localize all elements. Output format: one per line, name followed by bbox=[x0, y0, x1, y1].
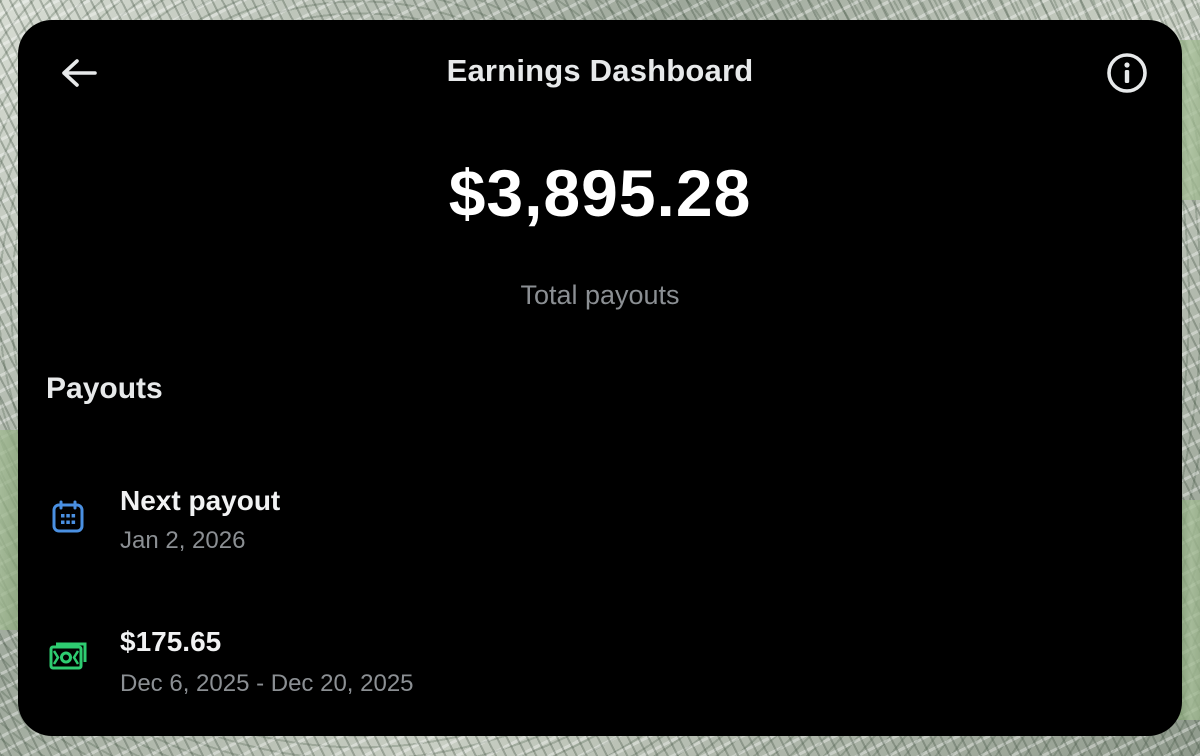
payout-amount: $175.65 bbox=[120, 626, 222, 657]
next-payout-row: Next payout Jan 2, 2026 bbox=[18, 475, 1182, 575]
payout-period: Dec 6, 2025 - Dec 20, 2025 bbox=[120, 670, 414, 697]
info-circle-icon bbox=[1106, 52, 1148, 99]
total-payouts-label: Total payouts bbox=[520, 280, 680, 310]
total-payouts-amount: $3,895.28 bbox=[448, 156, 752, 230]
next-payout-title: Next payout bbox=[120, 485, 281, 516]
earnings-dashboard-card: Earnings Dashboard $3,895.28 Total payou… bbox=[18, 20, 1182, 736]
payouts-section-title: Payouts bbox=[46, 372, 163, 405]
next-payout-date: Jan 2, 2026 bbox=[120, 527, 246, 554]
calendar-icon bbox=[48, 497, 88, 537]
info-button[interactable] bbox=[1102, 50, 1152, 100]
page-title: Earnings Dashboard bbox=[446, 53, 754, 88]
cash-icon bbox=[48, 636, 88, 676]
header: Earnings Dashboard bbox=[18, 20, 1182, 130]
payout-history-row[interactable]: $175.65 Dec 6, 2025 - Dec 20, 2025 bbox=[18, 616, 1182, 716]
